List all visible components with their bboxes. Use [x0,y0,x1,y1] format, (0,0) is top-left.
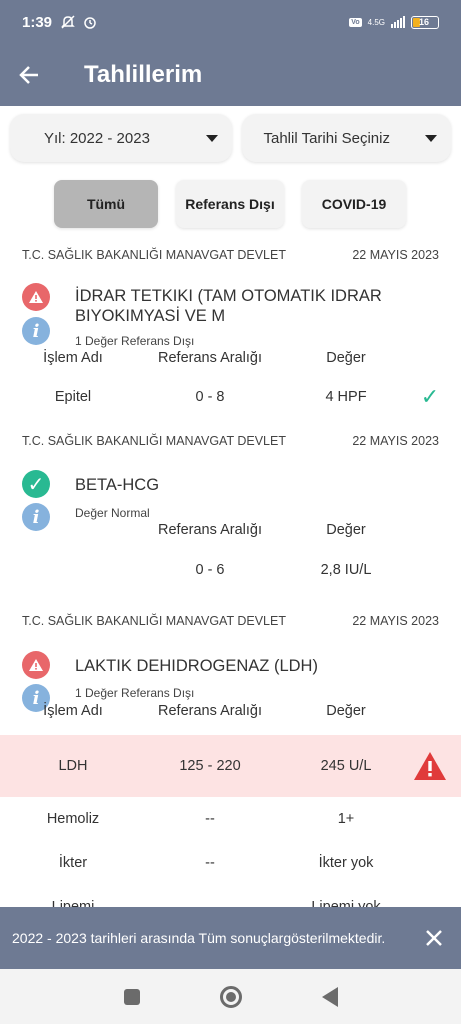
hospital-name: T.C. SAĞLIK BAKANLIĞI MANAVGAT DEVLET [22,434,286,448]
warning-triangle-icon [410,735,450,797]
result-date: 22 MAYIS 2023 [352,434,439,448]
tab-covid[interactable]: COVID-19 [302,180,406,228]
table-row-out-of-range: LDH 125 - 220 245 U/L [0,735,461,797]
table-header: İşlem Adı Referans Aralığı Değer [0,693,461,729]
table-row: Epitel 0 - 8 4 HPF ✓ [0,379,461,415]
result-card[interactable]: T.C. SAĞLIK BAKANLIĞI MANAVGAT DEVLET 22… [0,614,461,915]
column-header-name: İşlem Adı [43,703,103,719]
test-title: BETA-HCG [75,476,160,494]
result-date: 22 MAYIS 2023 [352,248,439,262]
table-header: İşlem Adı Referans Aralığı Değer [0,340,461,376]
caret-down-icon [205,134,218,142]
column-header-value: Değer [326,703,366,719]
row-name: İkter [58,855,88,871]
column-header-name: İşlem Adı [43,350,103,366]
back-nav-button[interactable] [321,986,338,1007]
row-reference: 0 - 6 [195,562,225,578]
row-value: 4 HPF [325,389,367,405]
row-reference: -- [205,811,215,827]
caret-down-icon [425,134,437,142]
column-header-value: Değer [326,350,366,366]
snackbar: 2022 - 2023 tarihleri arasında Tüm sonuç… [0,907,461,969]
row-name: Epitel [54,389,92,405]
date-dropdown[interactable]: Tahlil Tarihi Seçiniz [241,114,451,162]
date-dropdown-label: Tahlil Tarihi Seçiniz [263,129,390,147]
table-row: Hemoliz -- 1+ [0,801,461,837]
result-date: 22 MAYIS 2023 [352,614,439,628]
year-dropdown[interactable]: Yıl: 2022 - 2023 [10,114,232,162]
column-header-reference: Referans Aralığı [158,522,262,538]
warning-icon [22,283,50,311]
table-row: 0 - 6 2,8 IU/L [0,552,461,588]
column-header-reference: Referans Aralığı [158,350,262,366]
result-card[interactable]: T.C. SAĞLIK BAKANLIĞI MANAVGAT DEVLET 22… [0,434,461,578]
back-arrow-icon [19,66,38,84]
check-icon: ✓ [420,384,440,409]
volte-icon: Vo [349,17,362,27]
test-title: LAKTIK DEHIDROGENAZ (LDH) [75,657,318,675]
test-title: İDRAR TETKIKI (TAM OTOMATIK IDRAR BIYOKI… [75,287,382,325]
mute-icon [61,15,75,29]
column-header-reference: Referans Aralığı [158,703,262,719]
tab-all[interactable]: Tümü [54,180,158,228]
filter-bar: Yıl: 2022 - 2023 Tahlil Tarihi Seçiniz [10,114,451,162]
table-row: İkter -- İkter yok [0,845,461,881]
row-reference: 125 - 220 [179,758,241,774]
row-name: LDH [58,758,88,774]
app-bar: Tahlillerim [0,44,461,106]
hospital-name: T.C. SAĞLIK BAKANLIĞI MANAVGAT DEVLET [22,614,286,628]
row-value: 2,8 IU/L [320,562,372,578]
row-value: İkter yok [318,855,374,871]
row-name: Hemoliz [46,811,100,827]
table-header: Referans Aralığı Değer [0,512,461,548]
battery-icon: 16 [411,15,439,29]
check-circle-icon: ✓ [22,470,50,498]
status-time: 1:39 [22,13,53,31]
page-title: Tahlillerim [84,61,203,88]
alarm-icon [84,17,96,29]
back-button[interactable] [18,64,58,86]
home-button[interactable] [219,985,242,1008]
status-bar: 1:39 Vo 4.5G 16 [0,0,461,44]
warning-icon [22,651,50,679]
row-reference: 0 - 8 [195,389,225,405]
year-dropdown-label: Yıl: 2022 - 2023 [44,129,150,147]
row-value: 1+ [337,811,355,827]
column-header-value: Değer [326,522,366,538]
result-card[interactable]: T.C. SAĞLIK BAKANLIĞI MANAVGAT DEVLET 22… [0,248,461,409]
recent-apps-button[interactable] [123,988,140,1005]
network-label: 4.5G [367,17,385,27]
signal-icon [391,16,405,28]
battery-level: 16 [419,17,430,27]
system-nav-bar [0,969,461,1024]
close-icon[interactable] [419,922,449,954]
snackbar-message: 2022 - 2023 tarihleri arasında Tüm sonuç… [12,929,386,946]
hospital-name: T.C. SAĞLIK BAKANLIĞI MANAVGAT DEVLET [22,248,286,262]
tab-out-of-reference[interactable]: Referans Dışı [176,180,284,228]
row-value: 245 U/L [320,758,372,774]
row-reference: -- [205,855,215,871]
filter-tabs: Tümü Referans Dışı COVID-19 [54,180,406,228]
